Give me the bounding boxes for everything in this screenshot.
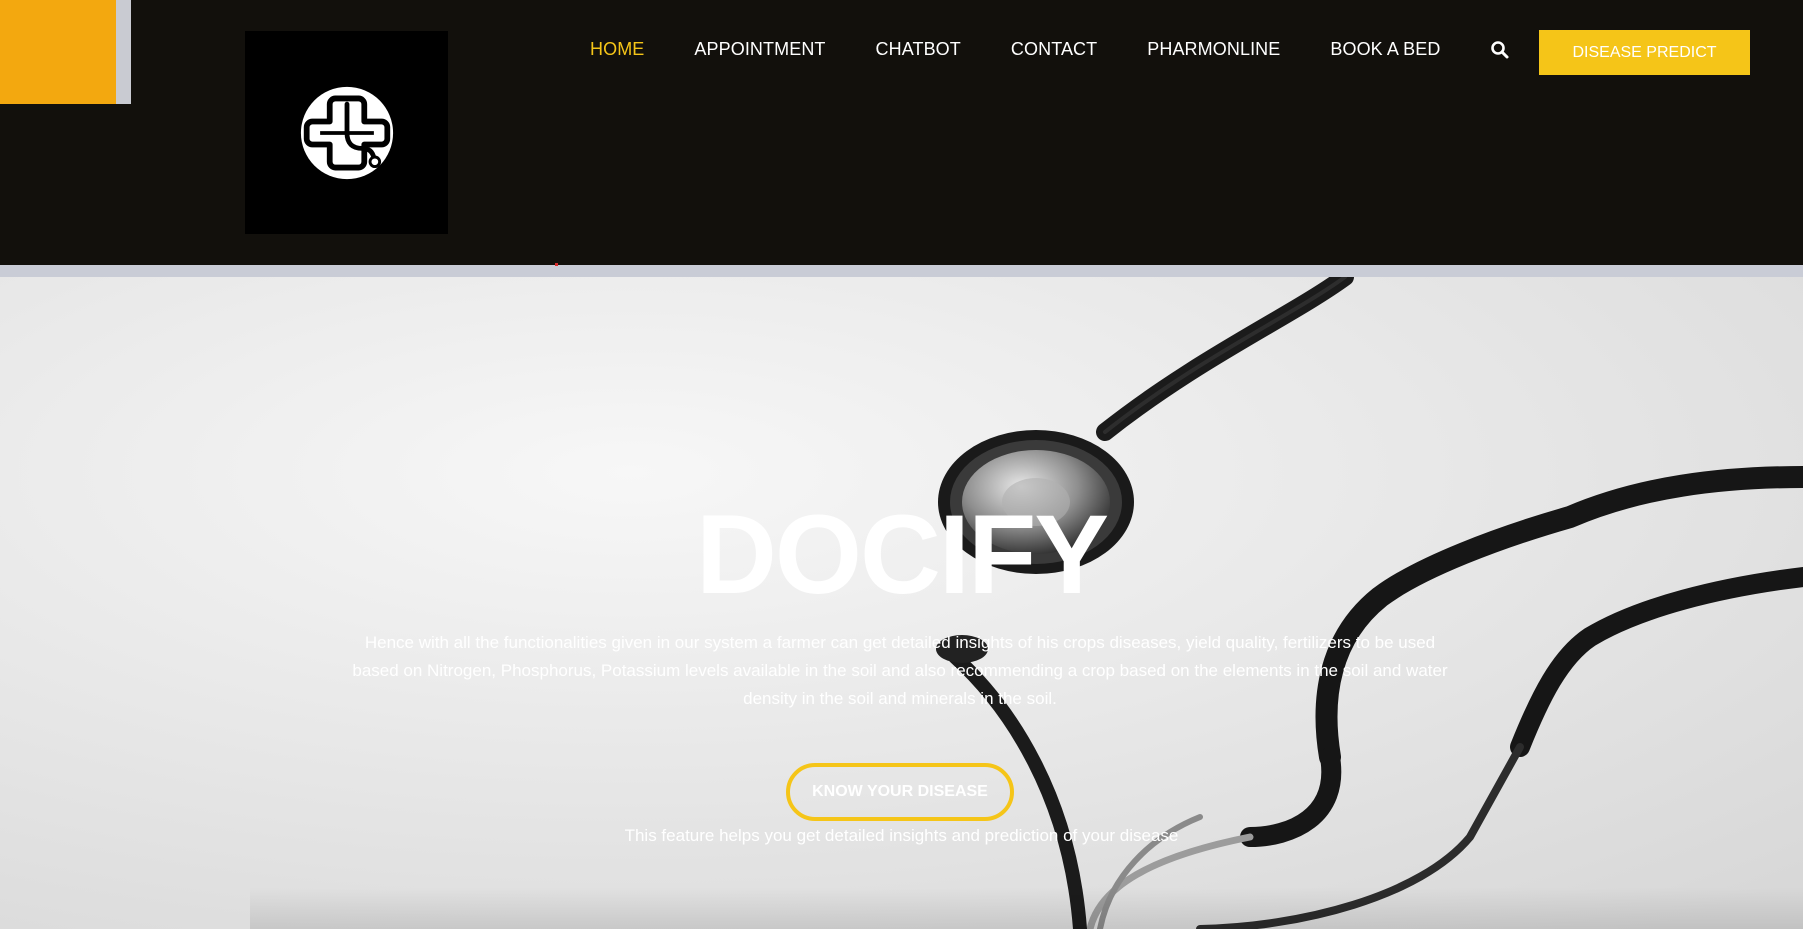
header-divider (0, 265, 1803, 277)
nav-item-book-a-bed[interactable]: BOOK A BED (1330, 39, 1440, 60)
know-your-disease-button[interactable]: KNOW YOUR DISEASE (786, 763, 1014, 821)
hero-feature-note: This feature helps you get detailed insi… (624, 826, 1179, 845)
hero-bottom-shadow (250, 887, 1803, 929)
nav-item-pharmonline[interactable]: PHARMONLINE (1147, 39, 1280, 60)
hero-description: Hence with all the functionalities given… (352, 633, 1448, 708)
medical-cross-stethoscope-logo-icon (300, 86, 393, 179)
nav-item-appointment[interactable]: APPOINTMENT (694, 39, 825, 60)
nav-item-contact[interactable]: CONTACT (1011, 39, 1097, 60)
search-icon[interactable] (1490, 40, 1510, 60)
main-nav: HOME APPOINTMENT CHATBOT CONTACT PHARMON… (590, 36, 1510, 62)
corner-accent-block (0, 0, 116, 104)
disease-predict-button[interactable]: DISEASE PREDICT (1539, 30, 1750, 75)
site-header: HOME APPOINTMENT CHATBOT CONTACT PHARMON… (0, 0, 1803, 265)
nav-item-home[interactable]: HOME (590, 39, 644, 60)
nav-item-chatbot[interactable]: CHATBOT (876, 39, 961, 60)
site-logo[interactable] (245, 31, 448, 234)
decorative-dot (555, 263, 558, 266)
hero-title: DOCIFY (695, 492, 1109, 617)
corner-accent-strip (116, 0, 131, 104)
hero-section: DOCIFY Hence with all the functionalitie… (0, 277, 1803, 929)
